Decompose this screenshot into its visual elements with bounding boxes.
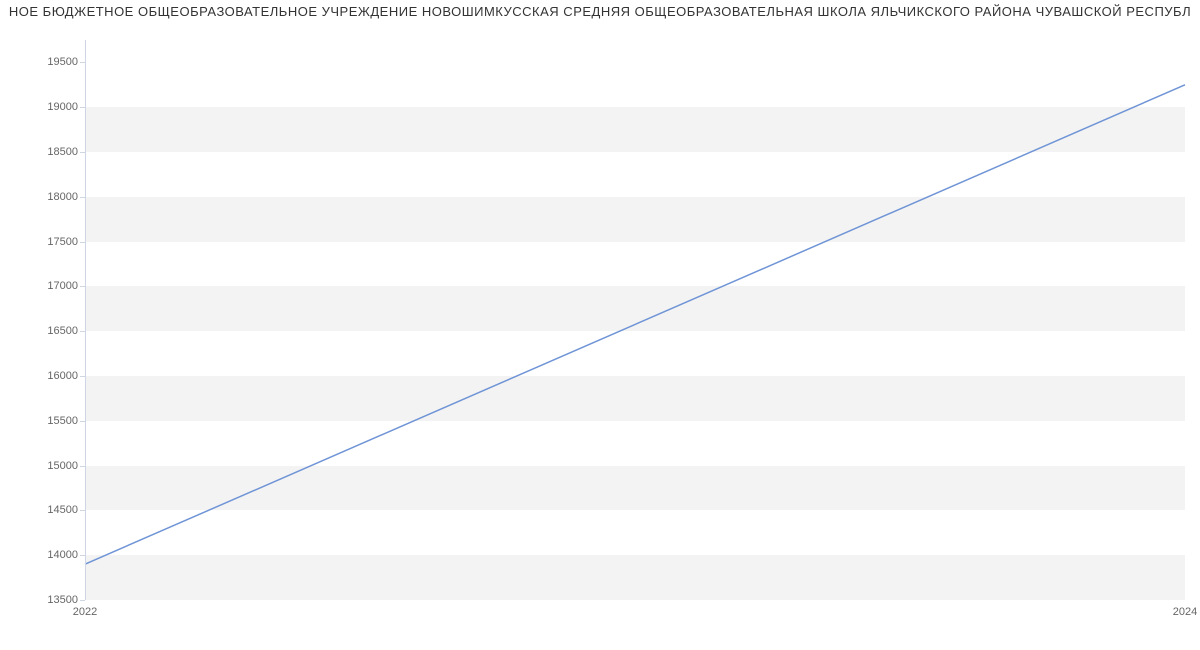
x-tick-label: 2022: [73, 606, 97, 618]
y-tick-label: 17000: [8, 280, 78, 292]
y-tick-label: 13500: [8, 594, 78, 606]
y-tick-label: 16000: [8, 370, 78, 382]
y-tick-label: 14000: [8, 549, 78, 561]
y-tick-label: 16500: [8, 325, 78, 337]
x-tick-label: 2024: [1173, 606, 1197, 618]
line-chart: НОЕ БЮДЖЕТНОЕ ОБЩЕОБРАЗОВАТЕЛЬНОЕ УЧРЕЖД…: [0, 0, 1200, 650]
y-tick-label: 17500: [8, 236, 78, 248]
y-tick-label: 19000: [8, 101, 78, 113]
y-tick-label: 15000: [8, 460, 78, 472]
series-line: [85, 85, 1185, 564]
y-tick-label: 18000: [8, 191, 78, 203]
chart-title: НОЕ БЮДЖЕТНОЕ ОБЩЕОБРАЗОВАТЕЛЬНОЕ УЧРЕЖД…: [0, 4, 1200, 19]
y-axis-line: [85, 40, 86, 600]
y-tick-mark: [80, 600, 85, 601]
y-tick-label: 18500: [8, 146, 78, 158]
plot-area: [85, 40, 1185, 600]
y-tick-label: 14500: [8, 504, 78, 516]
y-tick-label: 15500: [8, 415, 78, 427]
data-line: [85, 40, 1185, 600]
y-tick-label: 19500: [8, 56, 78, 68]
